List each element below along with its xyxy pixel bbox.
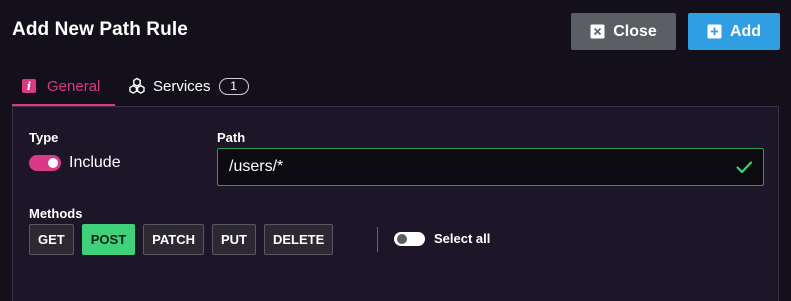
select-all-label: Select all <box>434 231 491 246</box>
services-icon <box>128 77 146 95</box>
methods-label: Methods <box>29 206 83 221</box>
type-label: Type <box>29 130 59 145</box>
tab-general-label: General <box>47 77 101 95</box>
close-button-label: Close <box>613 22 657 40</box>
methods-group: GET POST PATCH PUT DELETE <box>29 224 334 255</box>
method-put-button[interactable]: PUT <box>212 224 256 255</box>
info-icon: i <box>22 79 36 93</box>
path-input-value: /users/* <box>229 158 284 175</box>
include-toggle-label: Include <box>69 154 121 171</box>
add-button[interactable]: Add <box>688 13 780 50</box>
close-button[interactable]: Close <box>571 13 676 50</box>
select-all-toggle[interactable]: Select all <box>394 231 490 246</box>
include-toggle[interactable]: Include <box>29 154 121 172</box>
page-title: Add New Path Rule <box>12 19 188 40</box>
methods-divider <box>377 227 378 252</box>
tab-general[interactable]: i General <box>12 68 115 106</box>
method-get-button[interactable]: GET <box>29 224 74 255</box>
plus-icon <box>707 24 722 39</box>
path-label: Path <box>217 130 246 145</box>
method-post-button[interactable]: POST <box>81 224 136 255</box>
method-delete-button[interactable]: DELETE <box>264 224 334 255</box>
select-all-switch[interactable] <box>394 231 425 246</box>
add-path-rule-dialog: Add New Path Rule Close Add i General Se… <box>0 0 791 301</box>
close-icon <box>590 24 605 39</box>
add-button-label: Add <box>729 22 762 40</box>
include-toggle-switch[interactable] <box>29 155 61 171</box>
general-panel: Type Path Include /users/* Methods GET P… <box>12 106 779 301</box>
tab-bar: i General Services 1 <box>12 68 249 106</box>
path-input[interactable]: /users/* <box>217 148 764 186</box>
services-count-badge: 1 <box>218 77 249 95</box>
tab-services[interactable]: Services 1 <box>115 68 249 104</box>
tab-services-label: Services <box>153 77 211 95</box>
method-patch-button[interactable]: PATCH <box>143 224 204 255</box>
check-icon <box>735 158 753 176</box>
